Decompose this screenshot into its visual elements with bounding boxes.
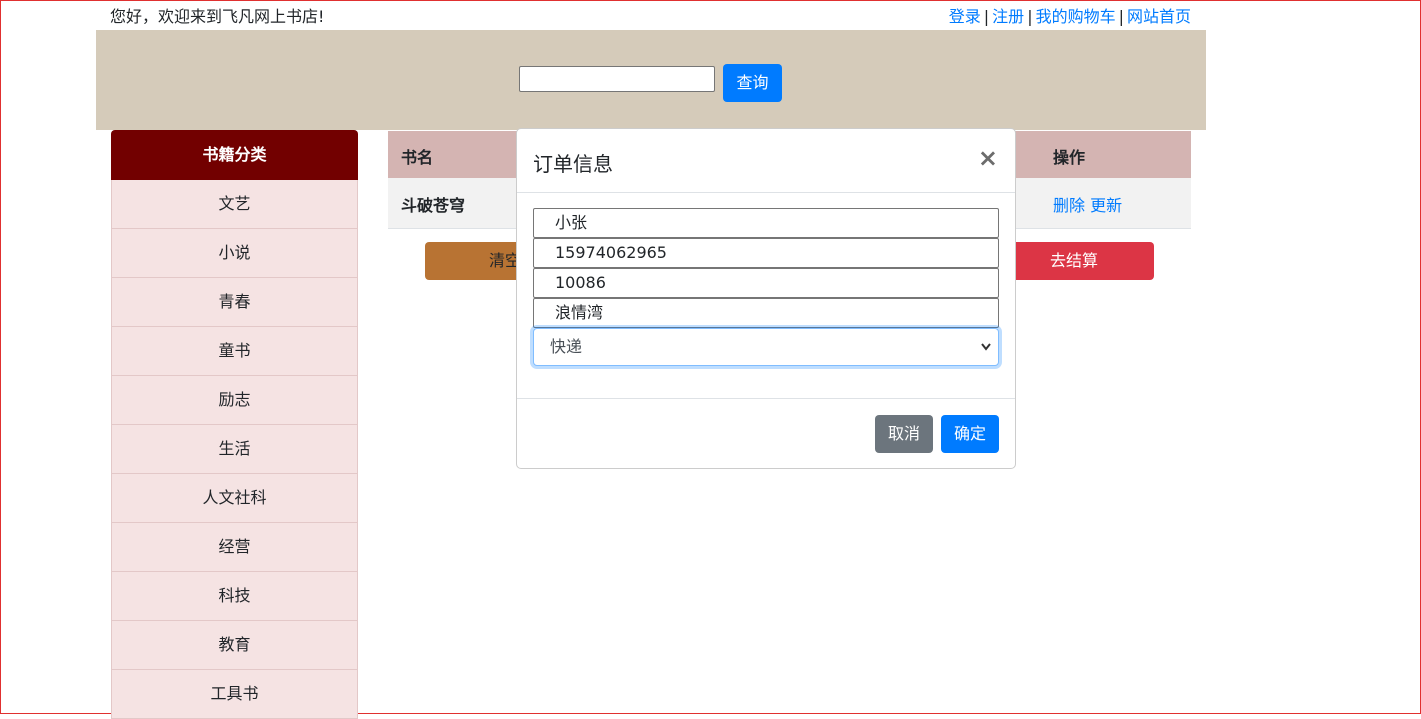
sidebar-item-children[interactable]: 童书: [111, 327, 358, 376]
name-field[interactable]: 小张: [533, 208, 999, 238]
sidebar-title: 书籍分类: [111, 130, 358, 180]
sidebar-item-inspirational[interactable]: 励志: [111, 376, 358, 425]
top-links: 登录 | 注册 | 我的购物车 | 网站首页: [949, 3, 1191, 27]
search-input[interactable]: [519, 66, 715, 92]
update-link[interactable]: 更新: [1090, 196, 1122, 215]
sidebar-item-technology[interactable]: 科技: [111, 572, 358, 621]
sidebar-item-novel[interactable]: 小说: [111, 229, 358, 278]
column-operations: 操作: [1053, 148, 1086, 167]
sidebar-item-life[interactable]: 生活: [111, 425, 358, 474]
delivery-select[interactable]: 快递: [533, 328, 999, 366]
sidebar-item-business[interactable]: 经营: [111, 523, 358, 572]
checkout-button[interactable]: 去结算: [994, 242, 1154, 280]
sidebar-item-youth[interactable]: 青春: [111, 278, 358, 327]
home-link[interactable]: 网站首页: [1127, 7, 1191, 26]
separator: |: [1027, 7, 1033, 26]
column-book-name: 书名: [401, 148, 434, 167]
register-link[interactable]: 注册: [992, 7, 1024, 26]
close-icon[interactable]: ×: [978, 146, 998, 170]
postcode-field[interactable]: 10086: [533, 268, 999, 298]
search-band: 查询: [96, 30, 1206, 130]
modal-footer: 取消 确定: [517, 398, 1015, 469]
delivery-selected-value: 快递: [550, 337, 583, 356]
search-button[interactable]: 查询: [723, 64, 782, 102]
modal-header: 订单信息 ×: [517, 129, 1015, 193]
modal-body: 小张 15974062965 10086 浪情湾 快递: [533, 208, 999, 366]
row-operations: 删除 更新: [1053, 192, 1122, 216]
chevron-down-icon: [980, 329, 992, 379]
delete-link[interactable]: 删除: [1053, 196, 1085, 215]
sidebar-item-education[interactable]: 教育: [111, 621, 358, 670]
sidebar-item-literature[interactable]: 文艺: [111, 180, 358, 229]
confirm-button[interactable]: 确定: [941, 415, 999, 453]
sidebar-item-humanities[interactable]: 人文社科: [111, 474, 358, 523]
book-title: 斗破苍穹: [401, 196, 466, 215]
separator: |: [983, 7, 990, 26]
phone-field[interactable]: 15974062965: [533, 238, 999, 268]
order-info-modal: 订单信息 × 小张 15974062965 10086 浪情湾 快递 取消 确定: [516, 128, 1016, 469]
my-cart-link[interactable]: 我的购物车: [1036, 7, 1116, 26]
sidebar-item-reference[interactable]: 工具书: [111, 670, 358, 719]
login-link[interactable]: 登录: [949, 7, 981, 26]
top-bar: 您好，欢迎来到飞凡网上书店! 登录 | 注册 | 我的购物车 | 网站首页: [1, 1, 1421, 27]
welcome-text: 您好，欢迎来到飞凡网上书店!: [110, 7, 325, 26]
cancel-button[interactable]: 取消: [875, 415, 933, 453]
separator: |: [1118, 7, 1124, 26]
category-sidebar: 书籍分类 文艺 小说 青春 童书 励志 生活 人文社科 经营 科技 教育 工具书: [111, 130, 358, 719]
modal-title: 订单信息: [533, 152, 613, 176]
address-field[interactable]: 浪情湾: [533, 298, 999, 328]
